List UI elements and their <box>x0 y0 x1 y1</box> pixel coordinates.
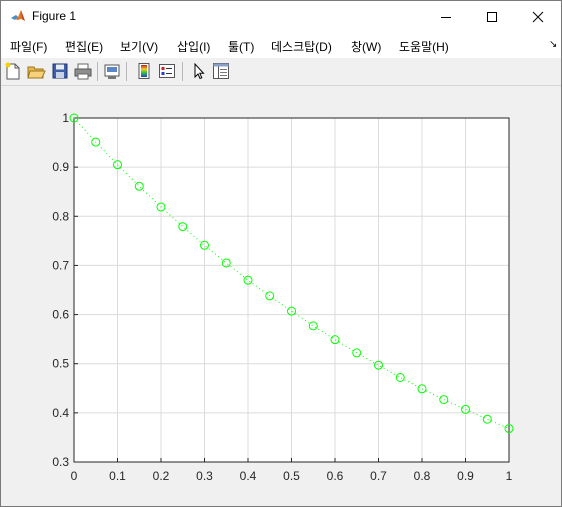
menu-edit[interactable]: 편집(E) <box>65 38 103 55</box>
figure-toolbar <box>1 58 561 86</box>
x-tick-label: 0.8 <box>414 469 431 483</box>
x-tick-label: 0.7 <box>370 469 387 483</box>
new-figure-button[interactable] <box>3 61 23 81</box>
colorbar-icon <box>138 63 150 79</box>
maximize-icon <box>487 12 497 22</box>
matlab-logo-icon <box>11 10 25 21</box>
minimize-button[interactable] <box>423 1 469 32</box>
plot-axes[interactable]: 0 0.1 0.2 0.3 0.4 0.5 0.6 0.7 0.8 0.9 1 0.3 0.4 0.5 0.… <box>1 86 561 506</box>
legend-button[interactable] <box>157 61 177 81</box>
x-tick-label: 0.3 <box>196 469 213 483</box>
y-tick-label: 0.3 <box>52 455 69 469</box>
menu-view[interactable]: 보기(V) <box>120 38 158 55</box>
title-bar[interactable]: Figure 1 <box>1 1 561 32</box>
maximize-button[interactable] <box>469 1 515 32</box>
x-tick-label: 0.2 <box>153 469 170 483</box>
new-figure-icon <box>5 62 20 80</box>
y-tick-label: 0.5 <box>52 357 69 371</box>
figure-canvas: 0 0.1 0.2 0.3 0.4 0.5 0.6 0.7 0.8 0.9 1 0.3 0.4 0.5 0.… <box>1 86 561 506</box>
x-tick-label: 0.6 <box>327 469 344 483</box>
print-button[interactable] <box>73 61 93 81</box>
figure-window: Figure 1 파일(F) 편집(E) 보기(V) 삽입(I) 툴(T) 데스… <box>0 0 562 507</box>
menu-insert[interactable]: 삽입(I) <box>177 38 210 55</box>
window-title: Figure 1 <box>32 9 77 23</box>
minimize-icon <box>441 17 451 18</box>
colorbar-button[interactable] <box>134 61 154 81</box>
y-tick-label: 0.7 <box>52 258 69 272</box>
x-tick-label: 1 <box>506 469 513 483</box>
save-icon <box>52 63 68 79</box>
open-file-button[interactable] <box>26 61 46 81</box>
link-plot-button[interactable] <box>102 61 122 81</box>
x-tick-label: 0 <box>71 469 78 483</box>
x-tick-label: 0.9 <box>457 469 474 483</box>
pointer-button[interactable] <box>189 61 209 81</box>
menu-file[interactable]: 파일(F) <box>10 38 47 55</box>
y-tick-label: 0.8 <box>52 209 69 223</box>
menu-bar: 파일(F) 편집(E) 보기(V) 삽입(I) 툴(T) 데스크탑(D) 창(W… <box>1 32 561 58</box>
close-icon <box>532 11 544 23</box>
menu-help[interactable]: 도움말(H) <box>399 38 449 55</box>
property-inspector-button[interactable] <box>211 61 231 81</box>
pointer-icon <box>194 62 205 80</box>
toolbar-separator <box>97 62 98 81</box>
print-icon <box>74 63 92 80</box>
menu-tools[interactable]: 툴(T) <box>228 38 254 55</box>
open-file-icon <box>27 66 46 79</box>
x-tick-label: 0.5 <box>283 469 300 483</box>
x-tick-label: 0.1 <box>109 469 126 483</box>
property-inspector-icon <box>213 63 229 79</box>
dock-arrow-icon[interactable]: ↘ <box>549 39 557 50</box>
y-tick-label: 0.4 <box>52 406 69 420</box>
link-plot-icon <box>104 64 120 79</box>
y-tick-label: 1 <box>62 111 69 125</box>
x-tick-label: 0.4 <box>240 469 257 483</box>
y-tick-label: 0.6 <box>52 308 69 322</box>
legend-icon <box>159 64 175 78</box>
menu-desktop[interactable]: 데스크탑(D) <box>271 38 332 55</box>
menu-window[interactable]: 창(W) <box>351 38 381 55</box>
close-button[interactable] <box>515 1 561 32</box>
toolbar-separator <box>126 62 127 81</box>
toolbar-separator <box>182 62 183 81</box>
save-button[interactable] <box>50 61 70 81</box>
y-tick-label: 0.9 <box>52 160 69 174</box>
